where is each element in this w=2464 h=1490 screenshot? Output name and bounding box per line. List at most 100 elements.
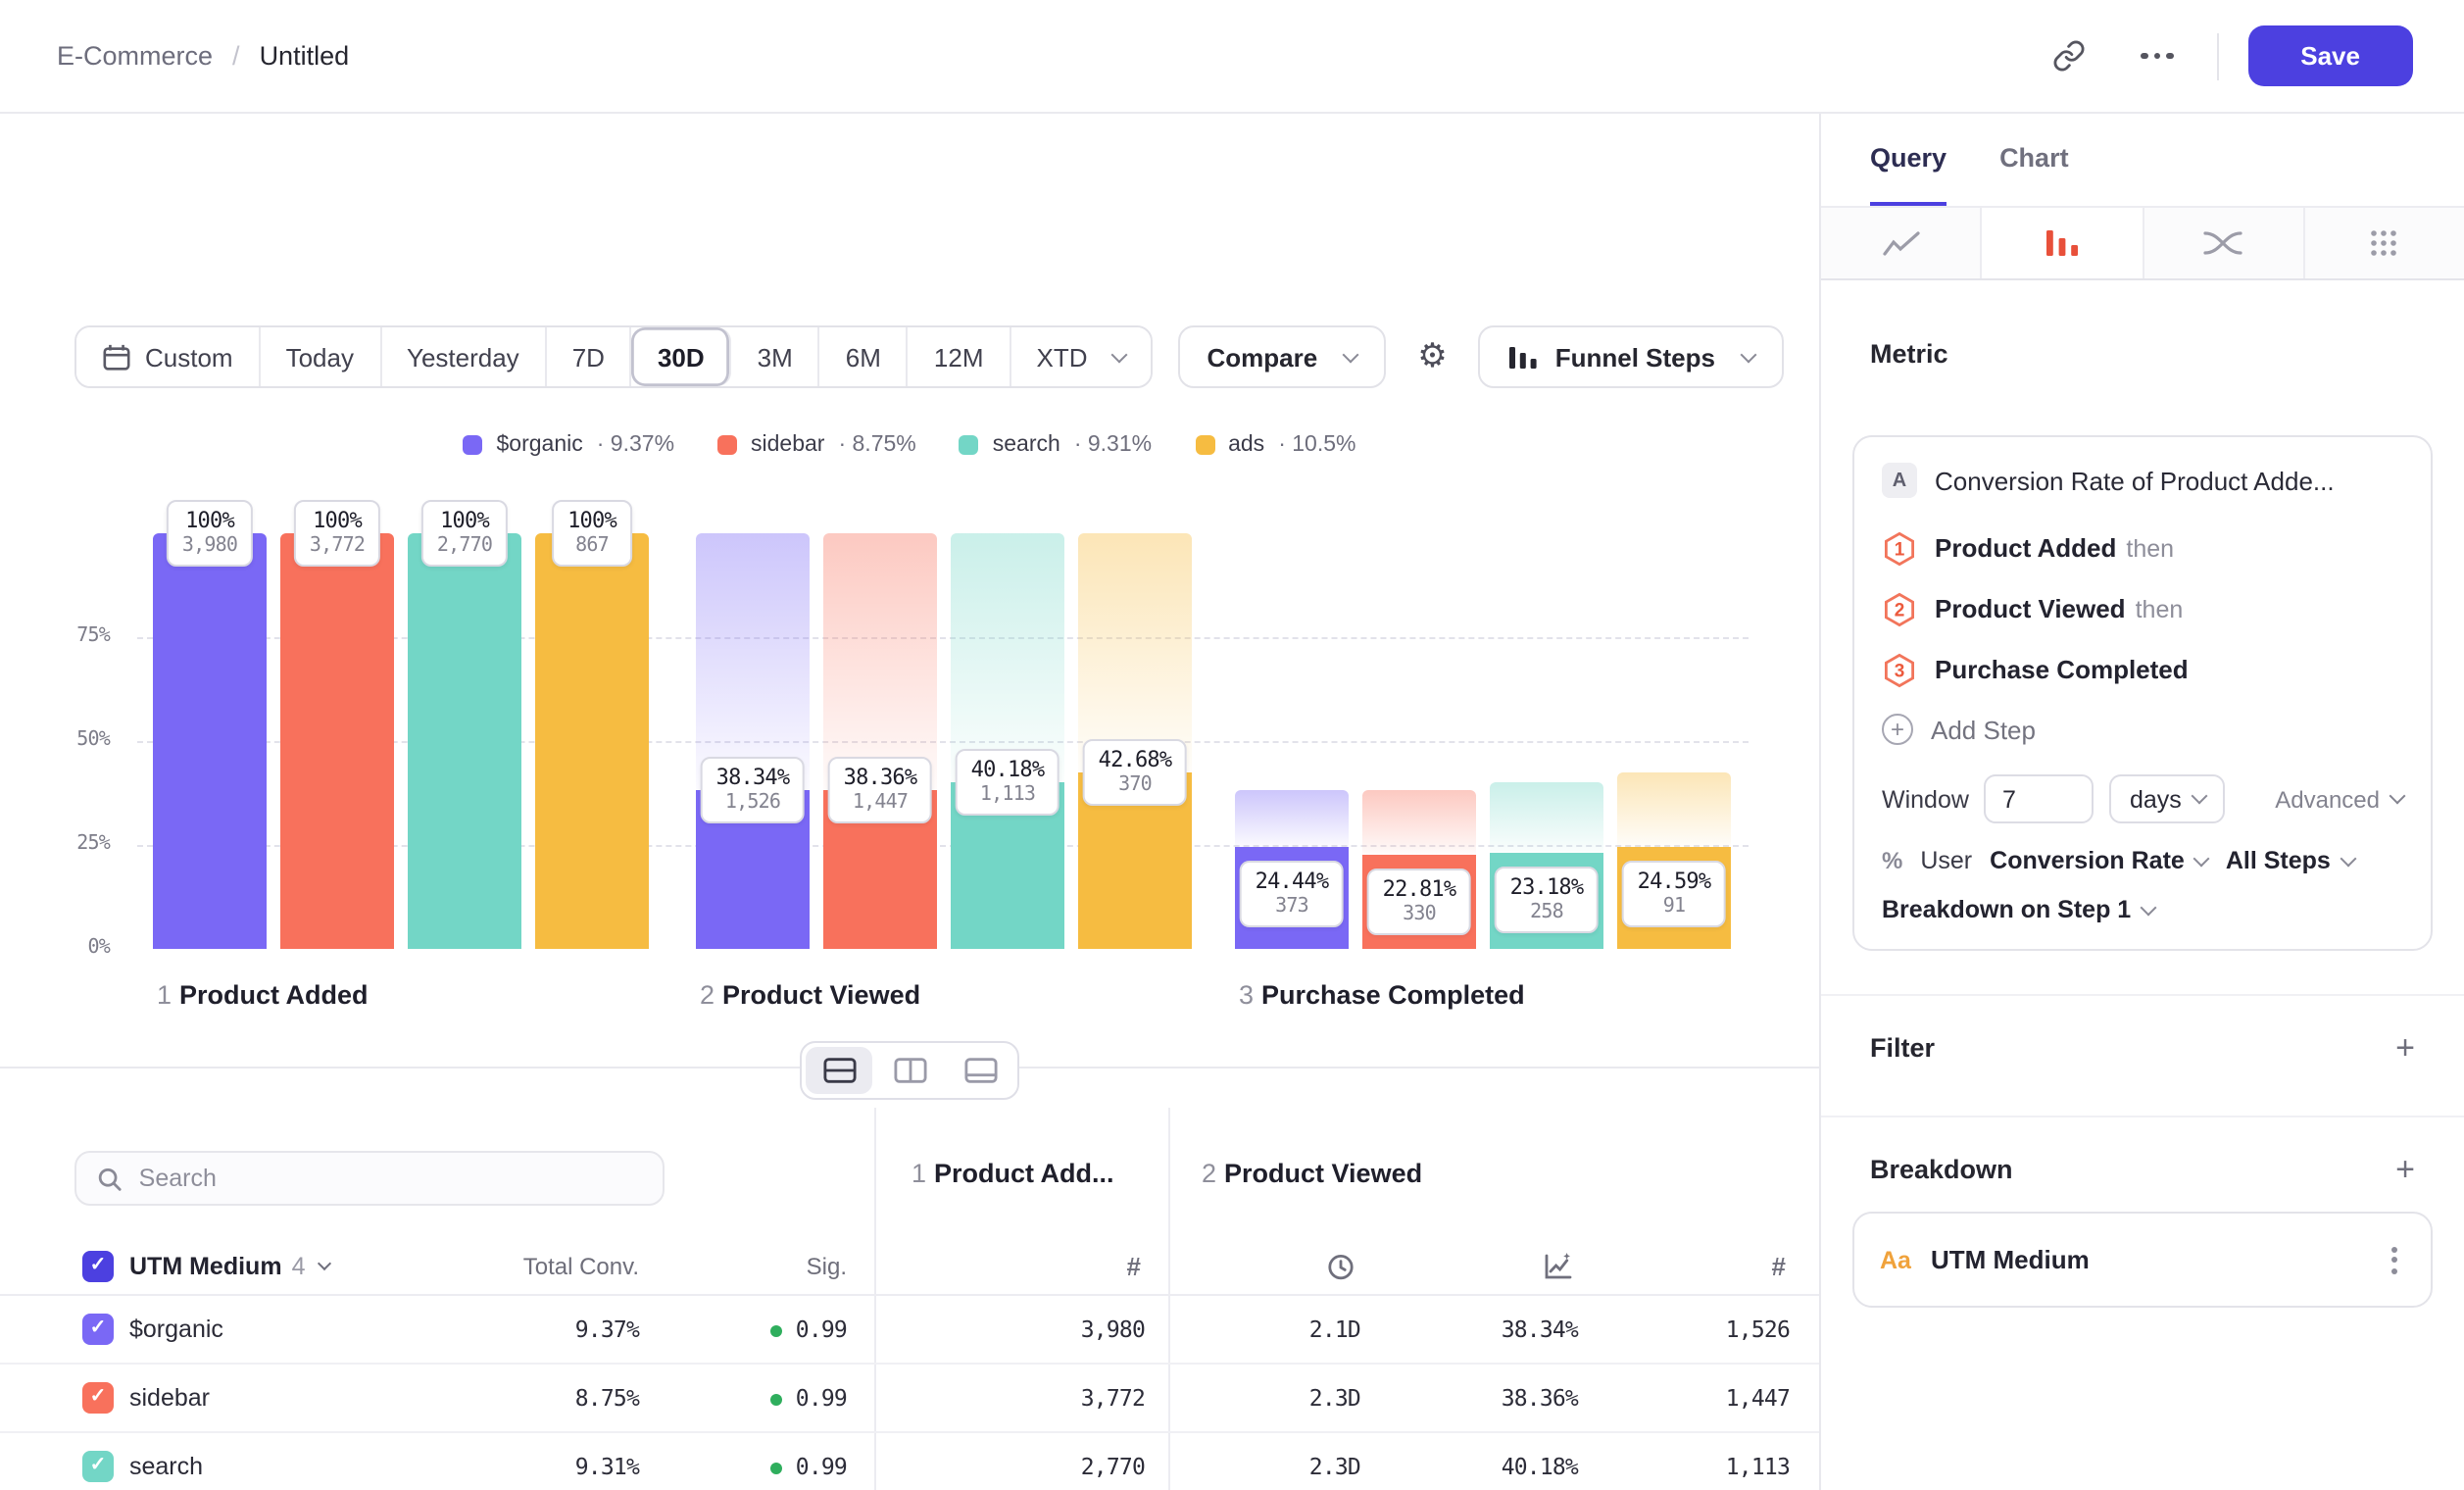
- table-row[interactable]: ✓sidebar8.75%0.993,7722.3D38.36%1,447: [0, 1365, 1819, 1433]
- significance-header[interactable]: Sig.: [807, 1252, 847, 1279]
- tab-funnel-chart[interactable]: [1981, 208, 2143, 278]
- breakdown-property-card[interactable]: Aa UTM Medium: [1852, 1212, 2433, 1308]
- tab-query[interactable]: Query: [1870, 143, 1947, 206]
- measure-scope-select[interactable]: All Steps: [2226, 847, 2354, 874]
- chip-count: 1,447: [844, 791, 917, 813]
- funnel-bar[interactable]: [280, 533, 394, 949]
- split-horizontal-icon: [822, 1057, 856, 1084]
- legend-item[interactable]: $organic · 9.37%: [464, 433, 675, 457]
- chip-percent: 100%: [567, 508, 616, 533]
- measure-scope-value: All Steps: [2226, 847, 2331, 874]
- metric-title-row[interactable]: A Conversion Rate of Product Adde...: [1882, 463, 2403, 498]
- percent-icon: %: [1882, 847, 1902, 874]
- step-event-name: Purchase Completed: [1935, 655, 2189, 684]
- tab-retention-grid[interactable]: [2303, 208, 2464, 278]
- legend-item[interactable]: ads · 10.5%: [1195, 433, 1355, 457]
- window-unit-select[interactable]: days: [2110, 774, 2225, 823]
- measure-type-select[interactable]: Conversion Rate: [1990, 847, 2208, 874]
- metric-badge: A: [1882, 463, 1917, 498]
- breadcrumb: E-Commerce / Untitled: [57, 38, 349, 74]
- metric-step[interactable]: 2Product Viewedthen: [1882, 578, 2403, 639]
- row-checkbox[interactable]: ✓: [82, 1451, 114, 1482]
- grid-dots-icon: [2369, 227, 2400, 259]
- breadcrumb-separator: /: [232, 40, 240, 70]
- kebab-menu-icon[interactable]: [2384, 1238, 2405, 1281]
- step-event-name: Product Added: [1935, 533, 2116, 563]
- breadcrumb-project[interactable]: E-Commerce: [57, 40, 213, 70]
- table-row[interactable]: ✓$organic9.37%0.993,9802.1D38.34%1,526: [0, 1296, 1819, 1365]
- add-step-button[interactable]: + Add Step: [1882, 700, 2403, 759]
- section-divider: [1821, 994, 2464, 996]
- breakdown-table: 1Product Add... 2Product Viewed ✓ UTM Me…: [0, 1067, 1819, 1490]
- chip-percent: 22.81%: [1383, 875, 1456, 901]
- funnel-bar-remainder: [1078, 533, 1192, 771]
- cell-step2-conv: 40.18%: [1502, 1453, 1578, 1480]
- conversion-window-row: Window days Advanced: [1882, 774, 2403, 823]
- cell-step2-count: 1,447: [1726, 1384, 1790, 1412]
- legend-item[interactable]: sidebar · 8.75%: [717, 433, 916, 457]
- more-options-button[interactable]: [2128, 26, 2187, 85]
- metric-step[interactable]: 3 Purchase Completed: [1882, 639, 2403, 700]
- breakdown-column-header[interactable]: UTM Medium 4: [129, 1252, 328, 1279]
- insight-type-tabs: [1821, 206, 2464, 280]
- chevron-down-icon: [2340, 850, 2356, 867]
- tab-line-chart[interactable]: [1821, 208, 1981, 278]
- save-button[interactable]: Save: [2247, 25, 2413, 86]
- metric-step[interactable]: 1Product Addedthen: [1882, 518, 2403, 578]
- split-vertical-icon: [893, 1057, 926, 1084]
- window-unit-value: days: [2130, 785, 2182, 813]
- chip-count: 91: [1638, 896, 1711, 918]
- ellipsis-icon: [2142, 53, 2174, 60]
- total-conv-header[interactable]: Total Conv.: [523, 1252, 639, 1279]
- significance-dot: [770, 1325, 782, 1337]
- funnel-step-label: 1Product Added: [157, 980, 369, 1010]
- layout-split-vertical-button[interactable]: [876, 1047, 943, 1094]
- chart-legend: $organic · 9.37% sidebar · 8.75% search · …: [0, 433, 1819, 457]
- breakdown-property-label: UTM Medium: [1931, 1245, 2090, 1274]
- row-checkbox[interactable]: ✓: [82, 1314, 114, 1345]
- chip-count: 1,526: [716, 791, 790, 813]
- add-filter-button[interactable]: +: [2395, 1031, 2415, 1065]
- row-checkbox[interactable]: ✓: [82, 1382, 114, 1414]
- legend-item[interactable]: search · 9.31%: [960, 433, 1152, 457]
- measure-type-value: Conversion Rate: [1990, 847, 2185, 874]
- search-input[interactable]: [139, 1165, 643, 1192]
- funnel-bar[interactable]: [408, 533, 521, 949]
- filter-section: Filter +: [1870, 1031, 2415, 1065]
- breakdown-step-select[interactable]: Breakdown on Step 1: [1882, 896, 2403, 923]
- layout-split-horizontal-button[interactable]: [806, 1047, 872, 1094]
- chevron-down-icon: [2191, 788, 2207, 805]
- funnel-bar-remainder: [951, 533, 1064, 782]
- chip-count: 3,980: [182, 535, 237, 557]
- add-breakdown-button[interactable]: +: [2395, 1153, 2415, 1186]
- tab-flow-chart[interactable]: [2142, 208, 2303, 278]
- measure-entity-select[interactable]: User: [1920, 847, 1972, 874]
- avg-time-column-icon[interactable]: [1325, 1250, 1356, 1281]
- cell-step1-count: 3,772: [1081, 1384, 1145, 1412]
- clock-icon: [1325, 1250, 1356, 1281]
- select-all-checkbox[interactable]: ✓: [82, 1250, 114, 1281]
- count-column-icon[interactable]: #: [1127, 1251, 1141, 1280]
- table-row[interactable]: ✓search9.31%0.992,7702.3D40.18%1,113: [0, 1433, 1819, 1490]
- step-number-hexagon-icon: 3: [1882, 652, 1917, 687]
- advanced-toggle[interactable]: Advanced: [2275, 785, 2403, 813]
- step-event-name: Product Viewed: [1935, 594, 2126, 623]
- metric-card: A Conversion Rate of Product Adde... 1Pr…: [1852, 435, 2433, 951]
- legend-series-name: ads: [1228, 433, 1264, 457]
- layout-bottom-panel-button[interactable]: [947, 1047, 1013, 1094]
- window-value-input[interactable]: [1985, 774, 2094, 823]
- step-name: Product Viewed: [1224, 1159, 1422, 1188]
- tab-chart[interactable]: Chart: [1999, 143, 2069, 206]
- funnel-bar[interactable]: [535, 533, 649, 949]
- legend-swatch: [1195, 435, 1214, 455]
- conv-rate-column-icon[interactable]: [1543, 1250, 1574, 1281]
- count-column-icon[interactable]: #: [1772, 1251, 1786, 1280]
- breadcrumb-report-title[interactable]: Untitled: [260, 40, 350, 70]
- cell-total-conv: 9.31%: [575, 1453, 639, 1480]
- chevron-down-icon: [2193, 850, 2210, 867]
- funnel-bar[interactable]: [153, 533, 267, 949]
- funnel-step-label: 2Product Viewed: [700, 980, 920, 1010]
- chip-percent: 42.68%: [1099, 746, 1172, 771]
- metric-title: Conversion Rate of Product Adde...: [1935, 466, 2335, 495]
- share-link-button[interactable]: [2040, 26, 2098, 85]
